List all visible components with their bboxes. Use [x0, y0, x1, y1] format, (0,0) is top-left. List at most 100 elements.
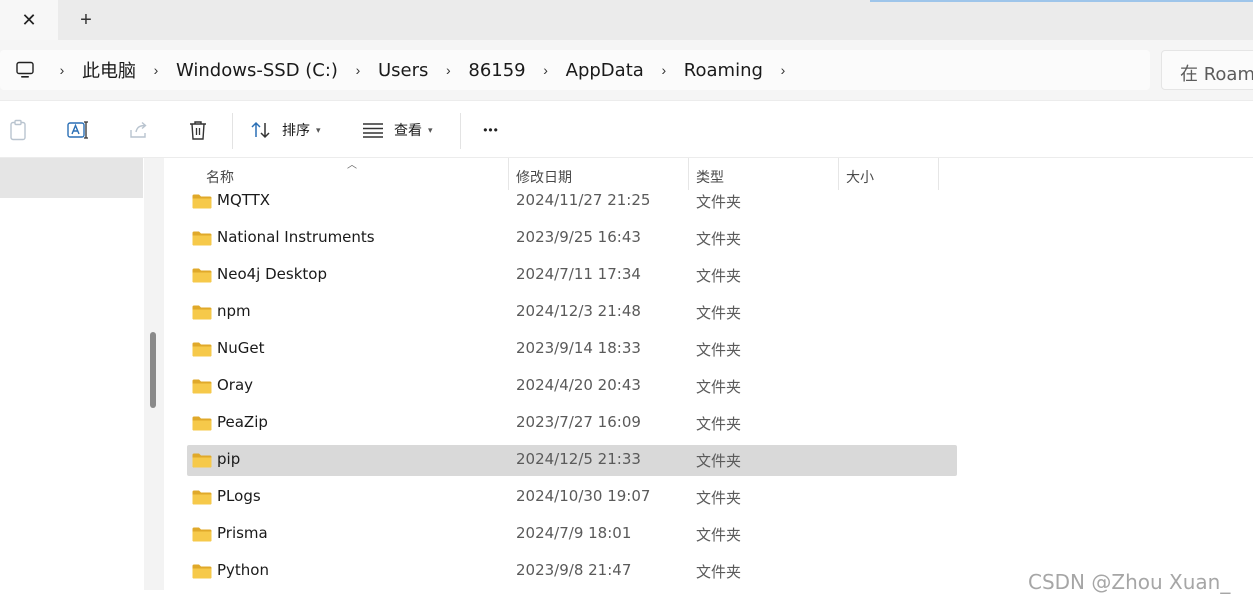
- chevron-right-icon[interactable]: ›: [48, 58, 76, 82]
- file-type: 文件夹: [696, 304, 742, 322]
- tab-strip: ✕ +: [0, 0, 1253, 40]
- file-row[interactable]: NuGet 2023/9/14 18:33 文件夹: [187, 331, 957, 368]
- file-type: 文件夹: [696, 378, 742, 396]
- file-row[interactable]: MQTTX 2024/11/27 21:25 文件夹: [187, 183, 957, 220]
- file-modified-date: 2023/9/14 18:33: [516, 339, 641, 357]
- nav-item-selected[interactable]: [0, 158, 143, 198]
- file-modified-date: 2023/9/8 21:47: [516, 561, 632, 579]
- file-type: 文件夹: [696, 489, 742, 507]
- clipboard-icon: [8, 119, 28, 141]
- file-name: pip: [217, 450, 241, 468]
- more-icon: •••: [483, 123, 499, 137]
- folder-icon: [192, 305, 212, 320]
- sort-icon: [250, 120, 272, 140]
- file-name: Oray: [217, 376, 254, 394]
- folder-icon: [192, 268, 212, 283]
- breadcrumb-users[interactable]: Users: [372, 60, 434, 81]
- file-list: MQTTX 2024/11/27 21:25 文件夹 National Instrum…: [164, 183, 1253, 590]
- file-type: 文件夹: [696, 341, 742, 359]
- close-tab-button[interactable]: ✕: [0, 0, 58, 40]
- command-bar: 排序 ▾ 查看 ▾ •••: [0, 100, 1253, 158]
- file-type: 文件夹: [696, 452, 742, 470]
- file-modified-date: 2024/7/9 18:01: [516, 524, 632, 542]
- file-modified-date: 2024/10/30 19:07: [516, 487, 651, 505]
- breadcrumb-appdata[interactable]: AppData: [560, 60, 650, 81]
- tab-accent-line: [870, 0, 1253, 2]
- file-name: NuGet: [217, 339, 265, 357]
- breadcrumb-this-pc[interactable]: 此电脑: [76, 57, 142, 83]
- file-row[interactable]: National Instruments 2023/9/25 16:43 文件夹: [187, 220, 957, 257]
- view-label: 查看: [394, 123, 422, 139]
- folder-icon: [192, 231, 212, 246]
- file-type: 文件夹: [696, 526, 742, 544]
- file-name: Neo4j Desktop: [217, 265, 327, 283]
- file-row[interactable]: Oray 2024/4/20 20:43 文件夹: [187, 368, 957, 405]
- file-modified-date: 2024/12/5 21:33: [516, 450, 641, 468]
- nav-scrollbar[interactable]: [144, 158, 164, 590]
- chevron-right-icon[interactable]: ›: [344, 58, 372, 82]
- file-row[interactable]: Prisma 2024/7/9 18:01 文件夹: [187, 516, 957, 553]
- sort-button[interactable]: 排序 ▾: [250, 115, 330, 145]
- navigation-pane: [0, 158, 145, 590]
- new-tab-button[interactable]: +: [70, 6, 102, 34]
- delete-button[interactable]: [186, 115, 210, 145]
- file-modified-date: 2024/11/27 21:25: [516, 191, 651, 209]
- chevron-right-icon[interactable]: ›: [142, 58, 170, 82]
- file-row[interactable]: npm 2024/12/3 21:48 文件夹: [187, 294, 957, 331]
- file-name: National Instruments: [217, 228, 375, 246]
- address-bar[interactable]: › 此电脑 › Windows-SSD (C:) › Users › 86159…: [0, 50, 1150, 90]
- chevron-down-icon: ▾: [316, 124, 321, 135]
- file-type: 文件夹: [696, 267, 742, 285]
- computer-icon[interactable]: [14, 59, 36, 81]
- chevron-right-icon[interactable]: ›: [434, 58, 462, 82]
- watermark-text: CSDN @Zhou Xuan_: [1028, 570, 1231, 594]
- address-row: › 此电脑 › Windows-SSD (C:) › Users › 86159…: [0, 40, 1253, 100]
- folder-icon: [192, 490, 212, 505]
- rename-button[interactable]: [64, 115, 92, 145]
- more-options-button[interactable]: •••: [476, 115, 506, 145]
- paste-button[interactable]: [6, 115, 30, 145]
- folder-icon: [192, 453, 212, 468]
- chevron-right-icon[interactable]: ›: [650, 58, 678, 82]
- file-name: MQTTX: [217, 191, 271, 209]
- trash-icon: [188, 119, 208, 141]
- file-modified-date: 2023/7/27 16:09: [516, 413, 641, 431]
- file-name: npm: [217, 302, 251, 320]
- file-modified-date: 2023/9/25 16:43: [516, 228, 641, 246]
- file-type: 文件夹: [696, 415, 742, 433]
- rename-icon: [66, 119, 90, 141]
- file-name: PeaZip: [217, 413, 268, 431]
- file-row[interactable]: pip 2024/12/5 21:33 文件夹: [187, 445, 957, 476]
- chevron-right-icon[interactable]: ›: [769, 58, 797, 82]
- file-name: Prisma: [217, 524, 268, 542]
- file-modified-date: 2024/7/11 17:34: [516, 265, 641, 283]
- file-row[interactable]: Neo4j Desktop 2024/7/11 17:34 文件夹: [187, 257, 957, 294]
- file-name: Python: [217, 561, 269, 579]
- toolbar-divider: [460, 113, 461, 149]
- breadcrumb-roaming[interactable]: Roaming: [678, 60, 769, 81]
- scrollbar-thumb[interactable]: [150, 332, 156, 408]
- sort-indicator-icon: ︿: [347, 160, 357, 171]
- toolbar-divider: [232, 113, 233, 149]
- share-icon: [128, 120, 150, 140]
- file-row[interactable]: PLogs 2024/10/30 19:07 文件夹: [187, 479, 957, 516]
- file-row[interactable]: PeaZip 2023/7/27 16:09 文件夹: [187, 405, 957, 442]
- folder-icon: [192, 564, 212, 579]
- folder-icon: [192, 379, 212, 394]
- file-type: 文件夹: [696, 563, 742, 581]
- folder-icon: [192, 416, 212, 431]
- folder-icon: [192, 194, 212, 209]
- folder-icon: [192, 342, 212, 357]
- search-input[interactable]: 在 Roaming: [1161, 50, 1253, 90]
- breadcrumb-user[interactable]: 86159: [462, 60, 531, 81]
- sort-label: 排序: [282, 123, 310, 139]
- chevron-down-icon: ▾: [428, 124, 433, 135]
- file-type: 文件夹: [696, 230, 742, 248]
- view-button[interactable]: 查看 ▾: [362, 115, 442, 145]
- share-button[interactable]: [126, 115, 152, 145]
- file-type: 文件夹: [696, 193, 742, 211]
- search-placeholder: 在 Roaming: [1180, 64, 1253, 85]
- file-row[interactable]: Python 2023/9/8 21:47 文件夹: [187, 553, 957, 590]
- chevron-right-icon[interactable]: ›: [532, 58, 560, 82]
- breadcrumb-drive-c[interactable]: Windows-SSD (C:): [170, 60, 344, 81]
